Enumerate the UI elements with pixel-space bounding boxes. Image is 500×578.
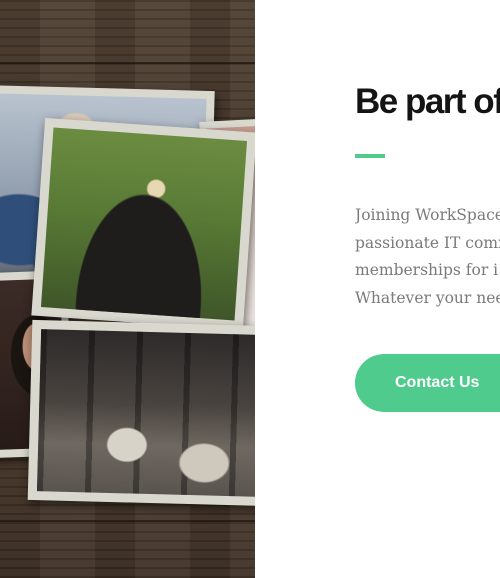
photo-community-crowd <box>31 117 255 331</box>
contact-us-button[interactable]: Contact Us <box>355 354 500 412</box>
description-line: Joining WorkSpace <box>355 206 500 224</box>
photo-collage: Wh <box>0 0 255 578</box>
photo-workspace-interior <box>27 319 255 507</box>
description-line: Whatever your nee <box>355 288 500 307</box>
hero-description: Joining WorkSpace passionate IT comm mem… <box>355 202 500 312</box>
description-line: passionate IT comm <box>355 233 500 252</box>
description-line: memberships for i <box>355 261 499 279</box>
title-accent-divider <box>355 154 385 158</box>
page-title: Be part of <box>355 82 500 121</box>
hero-content: Be part of Joining WorkSpace passionate … <box>355 0 500 578</box>
